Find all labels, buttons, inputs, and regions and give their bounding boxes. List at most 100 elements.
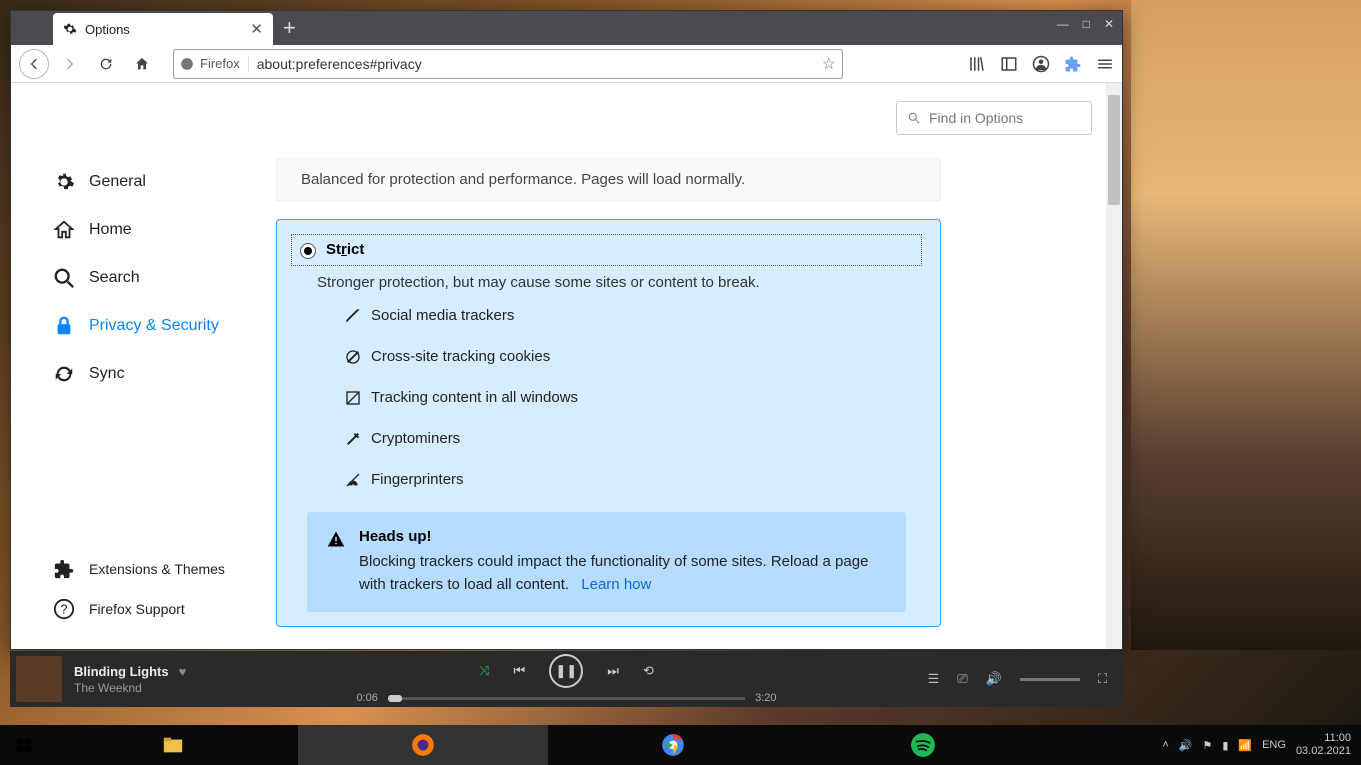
standard-description: Balanced for protection and performance.…	[301, 171, 745, 188]
start-button[interactable]	[0, 725, 48, 765]
player-right: ☰ ⎚ 🔊 ⛶	[928, 671, 1123, 687]
sidebar-item-general[interactable]: General	[53, 158, 276, 206]
toolbar-right	[968, 55, 1114, 73]
sidebar-item-support[interactable]: ? Firefox Support	[53, 589, 276, 629]
content-icon	[345, 390, 361, 406]
tray-wifi-icon[interactable]: 📶	[1238, 739, 1252, 752]
previous-button[interactable]: ⏮	[514, 663, 526, 679]
chrome-icon	[660, 732, 686, 758]
windows-taskbar: ˄ 🔊 ⚑ ▮ 📶 ENG 11:00 03.02.2021	[0, 725, 1361, 765]
minimize-button[interactable]: —	[1057, 17, 1069, 31]
sidebar-item-privacy[interactable]: Privacy & Security	[53, 302, 276, 350]
album-art[interactable]	[16, 656, 62, 702]
queue-button[interactable]: ☰	[928, 671, 940, 687]
block-item: Cryptominers	[345, 430, 922, 447]
warning-icon	[327, 530, 345, 548]
home-button[interactable]	[127, 49, 157, 79]
standard-protection-card[interactable]: Balanced for protection and performance.…	[276, 158, 941, 201]
volume-button[interactable]: 🔊	[986, 671, 1002, 687]
address-bar[interactable]: Firefox about:preferences#privacy ☆	[173, 49, 843, 79]
tray-volume-icon[interactable]: 🔊	[1179, 739, 1193, 752]
help-icon: ?	[53, 598, 75, 620]
browser-tab[interactable]: Options ✕	[53, 13, 273, 45]
options-search[interactable]: Find in Options	[896, 101, 1092, 135]
music-player: Blinding Lights ♥ The Weeknd ⤨ ⏮ ❚❚ ⏭ ⟲ …	[10, 651, 1123, 707]
library-icon	[968, 55, 986, 73]
folder-icon	[160, 734, 186, 756]
next-button[interactable]: ⏭	[607, 663, 619, 679]
home-icon	[134, 56, 150, 72]
sidebar-item-home[interactable]: Home	[53, 206, 276, 254]
library-button[interactable]	[968, 55, 986, 73]
shuffle-button[interactable]: ⤨	[479, 663, 489, 679]
sidebar-item-extensions[interactable]: Extensions & Themes	[53, 549, 276, 589]
devices-button[interactable]: ⎚	[957, 671, 967, 687]
close-window-button[interactable]: ✕	[1104, 17, 1114, 31]
account-button[interactable]	[1032, 55, 1050, 73]
close-tab-button[interactable]: ✕	[250, 20, 263, 38]
heads-up-box: Heads up! Blocking trackers could impact…	[307, 512, 906, 612]
headsup-body: Blocking trackers could impact the funct…	[359, 551, 886, 596]
account-icon	[1032, 55, 1050, 73]
strict-description: Stronger protection, but may cause some …	[317, 274, 922, 291]
fullscreen-button[interactable]: ⛶	[1098, 671, 1107, 687]
fingerprint-icon	[345, 472, 361, 488]
tray-security-icon[interactable]: ⚑	[1202, 739, 1212, 752]
tracker-icon	[345, 308, 361, 324]
system-tray: ˄ 🔊 ⚑ ▮ 📶 ENG 11:00 03.02.2021	[1162, 732, 1361, 758]
total-time: 3:20	[755, 692, 776, 704]
options-sidebar: General Home Search Privacy & Security S…	[11, 83, 276, 649]
sync-icon	[53, 363, 75, 385]
playback-controls: ⤨ ⏮ ❚❚ ⏭ ⟲	[479, 654, 654, 688]
tray-clock[interactable]: 11:00 03.02.2021	[1296, 732, 1351, 758]
taskbar-spotify[interactable]	[798, 725, 1048, 765]
like-button[interactable]: ♥	[179, 664, 187, 679]
tray-battery-icon[interactable]: ▮	[1222, 739, 1228, 752]
reload-button[interactable]	[91, 49, 121, 79]
scrollbar-thumb[interactable]	[1108, 95, 1120, 205]
block-list: Social media trackers Cross-site trackin…	[345, 307, 922, 488]
tray-lang[interactable]: ENG	[1262, 739, 1286, 751]
search-icon	[907, 111, 921, 125]
learn-how-link[interactable]: Learn how	[581, 576, 651, 593]
tray-chevron-icon[interactable]: ˄	[1162, 739, 1168, 751]
sidebar-item-label: General	[89, 173, 146, 191]
bookmark-star-button[interactable]: ☆	[822, 54, 836, 74]
pause-button[interactable]: ❚❚	[549, 654, 583, 688]
sidebar-item-label: Firefox Support	[89, 601, 185, 617]
progress-row: 0:06 3:20	[357, 692, 777, 704]
hamburger-icon	[1096, 55, 1114, 73]
forward-button[interactable]	[55, 49, 85, 79]
sidebar-item-label: Home	[89, 221, 132, 239]
track-info: Blinding Lights ♥ The Weeknd	[74, 664, 234, 695]
search-icon	[53, 267, 75, 289]
sidebar-item-sync[interactable]: Sync	[53, 350, 276, 398]
taskbar-chrome[interactable]	[548, 725, 798, 765]
windows-icon	[15, 736, 33, 754]
firefox-window: Options ✕ + — □ ✕ Firefox about:preferen	[10, 10, 1123, 650]
site-identity[interactable]: Firefox	[180, 56, 249, 71]
content-area: Find in Options General Home Search Priv…	[11, 83, 1122, 649]
back-button[interactable]	[19, 49, 49, 79]
volume-bar[interactable]	[1020, 678, 1080, 681]
nav-toolbar: Firefox about:preferences#privacy ☆	[11, 45, 1122, 83]
seek-bar[interactable]	[388, 697, 745, 700]
sidebar-button[interactable]	[1000, 55, 1018, 73]
reload-icon	[98, 56, 114, 72]
firefox-icon	[410, 732, 436, 758]
sidebar-item-search[interactable]: Search	[53, 254, 276, 302]
new-tab-button[interactable]: +	[273, 15, 306, 41]
track-artist: The Weeknd	[74, 681, 234, 695]
sidebar-item-label: Extensions & Themes	[89, 561, 225, 577]
taskbar-firefox[interactable]	[298, 725, 548, 765]
extension-button[interactable]	[1064, 55, 1082, 73]
home-icon	[53, 219, 75, 241]
maximize-button[interactable]: □	[1083, 17, 1090, 31]
menu-button[interactable]	[1096, 55, 1114, 73]
repeat-button[interactable]: ⟲	[643, 663, 654, 679]
strict-radio-row[interactable]: Strict	[291, 234, 922, 266]
strict-protection-card[interactable]: Strict Stronger protection, but may caus…	[276, 219, 941, 627]
taskbar-explorer[interactable]	[48, 725, 298, 765]
content-scrollbar[interactable]	[1106, 83, 1122, 649]
firefox-icon	[180, 57, 194, 71]
